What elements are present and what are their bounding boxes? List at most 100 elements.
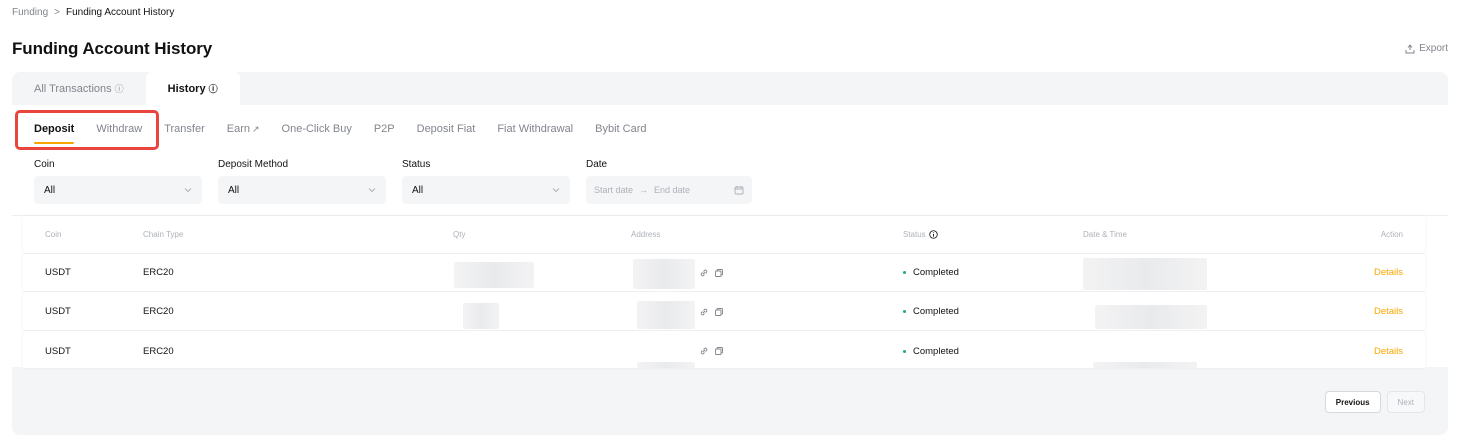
previous-page-button[interactable]: Previous [1324, 391, 1381, 413]
details-link[interactable]: Details [1374, 306, 1403, 317]
date-arrow: → [639, 185, 649, 195]
deposit-table-inner: Coin Chain Type Qty Address Status Date … [23, 216, 1425, 368]
status-dot [903, 349, 906, 353]
row-status-label: Completed [913, 267, 959, 278]
deposit-method-filter: Deposit Method All [218, 159, 386, 204]
row-status: Completed [903, 267, 959, 278]
end-date-input[interactable]: End date [654, 185, 690, 195]
date-redacted [1093, 362, 1197, 368]
tab-deposit-fiat[interactable]: Deposit Fiat [417, 105, 476, 153]
column-header-coin: Coin [45, 230, 62, 239]
chevron-down-icon [552, 188, 560, 193]
deposit-method-select[interactable]: All [218, 176, 386, 204]
tab-p2p[interactable]: P2P [374, 105, 395, 153]
question-circle-icon: ⓘ [114, 84, 124, 94]
table-row: USDT ERC20 Completed Details [23, 254, 1425, 292]
tab-all-transactions[interactable]: All Transactions ⓘ [12, 72, 146, 105]
status-filter: Status All [402, 159, 570, 204]
copy-icon[interactable] [714, 268, 724, 278]
column-header-status: Status [903, 230, 938, 239]
tab-earn[interactable]: Earn ↗ [227, 105, 260, 153]
row-coin: USDT [45, 345, 71, 357]
tab-history[interactable]: History ⓘ [145, 72, 240, 105]
breadcrumb-funding-link[interactable]: Funding [12, 7, 48, 18]
chevron-down-icon [368, 188, 376, 193]
tab-deposit[interactable]: Deposit [34, 105, 75, 153]
details-link[interactable]: Details [1374, 267, 1403, 278]
row-coin: USDT [45, 267, 71, 278]
coin-select-value: All [44, 184, 56, 196]
tab-bybit-card[interactable]: Bybit Card [595, 105, 646, 153]
details-link[interactable]: Details [1374, 346, 1403, 357]
date-redacted [1083, 258, 1207, 290]
date-redacted [1095, 305, 1207, 329]
address-redacted [637, 301, 695, 329]
calendar-icon [734, 186, 744, 195]
coin-filter: Coin All [34, 159, 202, 204]
sub-tabs: Deposit Withdraw Transfer Earn ↗ One-Cli… [12, 105, 668, 153]
tab-withdraw[interactable]: Withdraw [96, 105, 142, 153]
column-header-address: Address [631, 230, 661, 239]
address-actions [699, 346, 724, 356]
row-status: Completed [903, 306, 959, 317]
row-chain-type: ERC20 [143, 306, 174, 317]
history-panel: All Transactions ⓘ History ⓘ Deposit Wit… [12, 72, 1448, 435]
row-status-label: Completed [913, 345, 959, 357]
row-chain-type: ERC20 [143, 345, 174, 357]
deposit-method-filter-label: Deposit Method [218, 159, 289, 170]
coin-select[interactable]: All [34, 176, 202, 204]
column-header-status-label: Status [903, 230, 926, 239]
pagination: Previous Next [1324, 391, 1425, 413]
copy-icon[interactable] [714, 307, 724, 317]
tab-history-label: History [167, 82, 206, 95]
start-date-input[interactable]: Start date [594, 185, 633, 195]
column-header-qty: Qty [453, 230, 466, 239]
filters: Coin All Deposit Method All Status All D… [34, 159, 752, 204]
address-actions [699, 307, 724, 317]
table-row: USDT ERC20 Completed Details [23, 332, 1425, 370]
date-range-picker[interactable]: Start date → End date [586, 176, 752, 204]
status-select[interactable]: All [402, 176, 570, 204]
link-icon[interactable] [699, 307, 709, 317]
deposit-method-select-value: All [228, 184, 240, 196]
tab-one-click-buy[interactable]: One-Click Buy [282, 105, 352, 153]
info-icon[interactable] [929, 230, 938, 239]
row-chain-type: ERC20 [143, 267, 174, 278]
export-button[interactable]: Export [1405, 43, 1448, 54]
date-filter-label: Date [586, 159, 608, 170]
status-select-value: All [412, 184, 424, 196]
tab-earn-label: Earn [226, 123, 250, 135]
breadcrumb-current: Funding Account History [65, 7, 175, 18]
column-header-chain-type: Chain Type [143, 230, 184, 239]
page-title: Funding Account History [12, 39, 213, 58]
address-actions [699, 268, 724, 278]
external-link-icon: ↗ [251, 123, 260, 134]
coin-filter-label: Coin [34, 159, 55, 170]
table-row: USDT ERC20 Completed Details [23, 293, 1425, 331]
link-icon[interactable] [699, 268, 709, 278]
link-icon[interactable] [699, 346, 709, 356]
tab-all-transactions-label: All Transactions [34, 82, 112, 95]
row-coin: USDT [45, 306, 71, 317]
address-redacted [637, 362, 695, 368]
address-redacted [633, 259, 695, 289]
qty-redacted [463, 303, 499, 329]
tab-fiat-withdrawal[interactable]: Fiat Withdrawal [497, 105, 573, 153]
date-filter: Date Start date → End date [586, 159, 752, 204]
top-tabs: All Transactions ⓘ History ⓘ [12, 72, 240, 105]
status-dot [903, 310, 906, 313]
history-content: Deposit Withdraw Transfer Earn ↗ One-Cli… [12, 105, 1448, 368]
qty-redacted [454, 262, 534, 288]
column-header-date-time: Date & Time [1083, 230, 1128, 239]
row-status: Completed [903, 346, 959, 357]
next-page-button[interactable]: Next [1386, 391, 1425, 413]
column-header-action: Action [1380, 230, 1403, 239]
tab-transfer[interactable]: Transfer [164, 105, 205, 153]
export-icon [1405, 43, 1415, 53]
status-dot [903, 271, 906, 274]
deposit-table: Coin Chain Type Qty Address Status Date … [12, 215, 1448, 368]
copy-icon[interactable] [714, 346, 724, 356]
table-header: Coin Chain Type Qty Address Status Date … [23, 216, 1425, 254]
export-label: Export [1419, 43, 1448, 54]
status-filter-label: Status [402, 159, 431, 170]
